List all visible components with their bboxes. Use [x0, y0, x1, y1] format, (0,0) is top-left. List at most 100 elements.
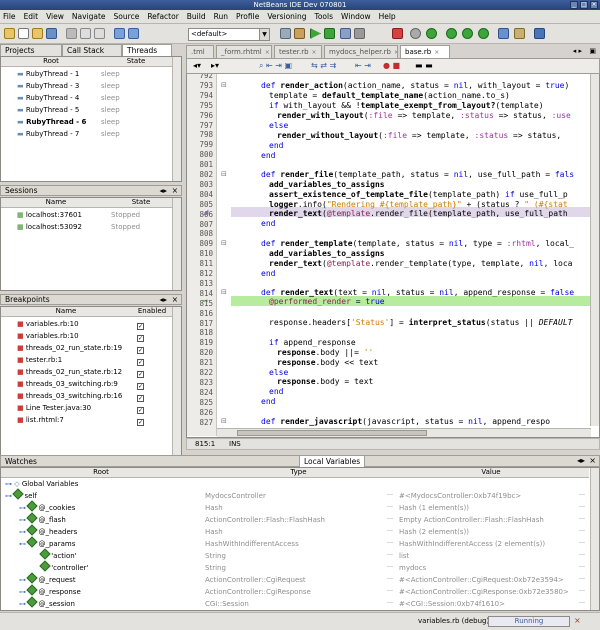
finish-debug-icon[interactable]	[392, 28, 403, 39]
build-icon[interactable]	[280, 28, 291, 39]
threads-col-root[interactable]: Root	[1, 57, 101, 66]
enabled-checkbox[interactable]: ✓	[137, 380, 144, 392]
menu-build[interactable]: Build	[187, 12, 206, 21]
variable-row[interactable]: ⊶ @_headers	[19, 524, 77, 538]
forward-icon[interactable]: ▸▾	[211, 61, 219, 70]
clean-build-icon[interactable]	[294, 28, 305, 39]
close-icon[interactable]: ×	[434, 49, 439, 56]
maximize-icon[interactable]: □	[580, 1, 588, 9]
shift-line-icon[interactable]: ⇤ ⇥	[355, 61, 371, 70]
breakpoint-row[interactable]: ■ threads_02_run_state.rb:12	[17, 366, 122, 378]
menu-file[interactable]: File	[3, 12, 16, 21]
menu-source[interactable]: Source	[114, 12, 140, 21]
back-icon[interactable]: ◂▾	[193, 61, 201, 70]
minimize-icon[interactable]: ◂▸	[577, 456, 585, 465]
fold-icon[interactable]: ⊟	[221, 417, 227, 425]
tab-local-variables[interactable]: Local Variables	[299, 456, 366, 467]
thread-row[interactable]: ▬ RubyThread - 4	[17, 92, 79, 104]
tab-scroll-icon[interactable]: ◂ ▸	[573, 47, 582, 55]
editor-tab[interactable]: .tml	[186, 45, 214, 58]
undo-icon[interactable]	[114, 28, 125, 39]
breakpoints-col-name[interactable]: Name	[1, 307, 131, 316]
new-project-icon[interactable]	[4, 28, 15, 39]
close-icon[interactable]: ×	[589, 456, 596, 465]
macro-record-icon[interactable]: ● ■	[383, 61, 400, 70]
variable-row[interactable]: ⊷ @_params	[19, 536, 75, 550]
breakpoints-col-enabled[interactable]: Enabled	[131, 307, 173, 316]
session-row[interactable]: ▦ localhost:53092	[17, 221, 82, 233]
attach-debugger-icon[interactable]	[354, 28, 365, 39]
breakpoint-row[interactable]: ■ threads_02_run_state.rb:19	[17, 342, 122, 354]
menu-run[interactable]: Run	[214, 12, 228, 21]
thread-row[interactable]: ▬ RubyThread - 5	[17, 104, 79, 116]
breakpoint-row[interactable]: ■ Line Tester.java:30	[17, 402, 91, 414]
bookmark-icon[interactable]: ⇆ ⇄ ⇉	[311, 61, 336, 70]
menu-profile[interactable]: Profile	[236, 12, 259, 21]
threads-col-state[interactable]: State	[101, 57, 171, 66]
run-to-cursor-icon[interactable]	[498, 28, 509, 39]
step-into-icon[interactable]	[462, 28, 473, 39]
editor-scrollbar-vertical[interactable]	[590, 74, 599, 426]
editor-scrollbar-horizontal[interactable]	[217, 428, 591, 437]
thread-row[interactable]: ▬ RubyThread - 1	[17, 68, 79, 80]
tab-list-icon[interactable]: ▣	[589, 47, 596, 55]
cut-icon[interactable]	[66, 28, 77, 39]
enabled-checkbox[interactable]: ✓	[137, 344, 144, 356]
close-icon[interactable]: ×	[312, 49, 317, 56]
menu-refactor[interactable]: Refactor	[147, 12, 178, 21]
enabled-checkbox[interactable]: ✓	[137, 404, 144, 416]
close-icon[interactable]: ×	[172, 186, 178, 195]
sessions-scrollbar[interactable]	[172, 198, 181, 290]
value-customizer-buttons[interactable]: …………………………	[579, 488, 587, 610]
tab-projects[interactable]: Projects	[0, 44, 62, 56]
fold-icon[interactable]: ⊟	[221, 81, 227, 89]
enabled-checkbox[interactable]: ✓	[137, 356, 144, 368]
save-all-icon[interactable]	[46, 28, 57, 39]
fold-icon[interactable]: ⊟	[221, 288, 227, 296]
editor-tab[interactable]: _form.rhtml ×	[216, 45, 272, 58]
stop-process-icon[interactable]: ×	[574, 616, 581, 625]
tab-threads[interactable]: Threads	[122, 44, 172, 56]
thread-row[interactable]: ▬ RubyThread - 7	[17, 128, 79, 140]
run-icon[interactable]	[310, 28, 321, 39]
variable-row[interactable]: ⊶ @_response	[19, 584, 81, 598]
enabled-checkbox[interactable]: ✓	[137, 416, 144, 428]
variable-row[interactable]: ⊶ @_cookies	[19, 500, 75, 514]
breakpoint-row[interactable]: ■ tester.rb:1	[17, 354, 62, 366]
menu-versioning[interactable]: Versioning	[267, 12, 306, 21]
session-row[interactable]: ▦ localhost:37601	[17, 209, 82, 221]
type-customizer-buttons[interactable]: …………………………	[387, 488, 395, 610]
breakpoint-row[interactable]: ■ list.rhtml:7	[17, 414, 64, 426]
enabled-checkbox[interactable]: ✓	[137, 320, 144, 332]
minimize-icon[interactable]: ◂▸	[159, 186, 167, 195]
open-project-icon[interactable]	[32, 28, 43, 39]
variable-row[interactable]: ⊶ @_flash	[19, 512, 66, 526]
copy-icon[interactable]	[80, 28, 91, 39]
breakpoint-row[interactable]: ■ threads_03_switching.rb:16	[17, 390, 122, 402]
fold-icon[interactable]: ⊟	[221, 170, 227, 178]
new-watch-icon[interactable]	[534, 28, 545, 39]
variable-row[interactable]: 'controller'	[39, 560, 88, 574]
new-file-icon[interactable]	[18, 28, 29, 39]
configuration-select[interactable]: <default> ▼	[188, 28, 270, 41]
menu-help[interactable]: Help	[379, 12, 396, 21]
redo-icon[interactable]	[128, 28, 139, 39]
variables-scrollbar[interactable]	[590, 468, 599, 610]
sessions-col-name[interactable]: Name	[1, 198, 111, 207]
paste-icon[interactable]	[94, 28, 105, 39]
close-icon[interactable]: ×	[172, 295, 178, 304]
editor-tab[interactable]: tester.rb ×	[274, 45, 322, 58]
close-icon[interactable]: ×	[265, 49, 270, 56]
thread-row[interactable]: ▬ RubyThread - 3	[17, 80, 79, 92]
variables-col-value[interactable]: Value	[396, 468, 586, 477]
menu-view[interactable]: View	[46, 12, 64, 21]
enabled-checkbox[interactable]: ✓	[137, 392, 144, 404]
find-icon[interactable]: ⌕ ⇤ ⇥ ▣	[259, 61, 292, 71]
sessions-col-state[interactable]: State	[111, 198, 171, 207]
breakpoint-row[interactable]: ■ variables.rb:10	[17, 330, 79, 342]
menu-navigate[interactable]: Navigate	[72, 12, 106, 21]
profile-icon[interactable]	[340, 28, 351, 39]
menu-tools[interactable]: Tools	[315, 12, 333, 21]
thread-row-current[interactable]: ▬ RubyThread - 6	[17, 116, 86, 128]
scroll-thumb[interactable]	[237, 430, 427, 436]
